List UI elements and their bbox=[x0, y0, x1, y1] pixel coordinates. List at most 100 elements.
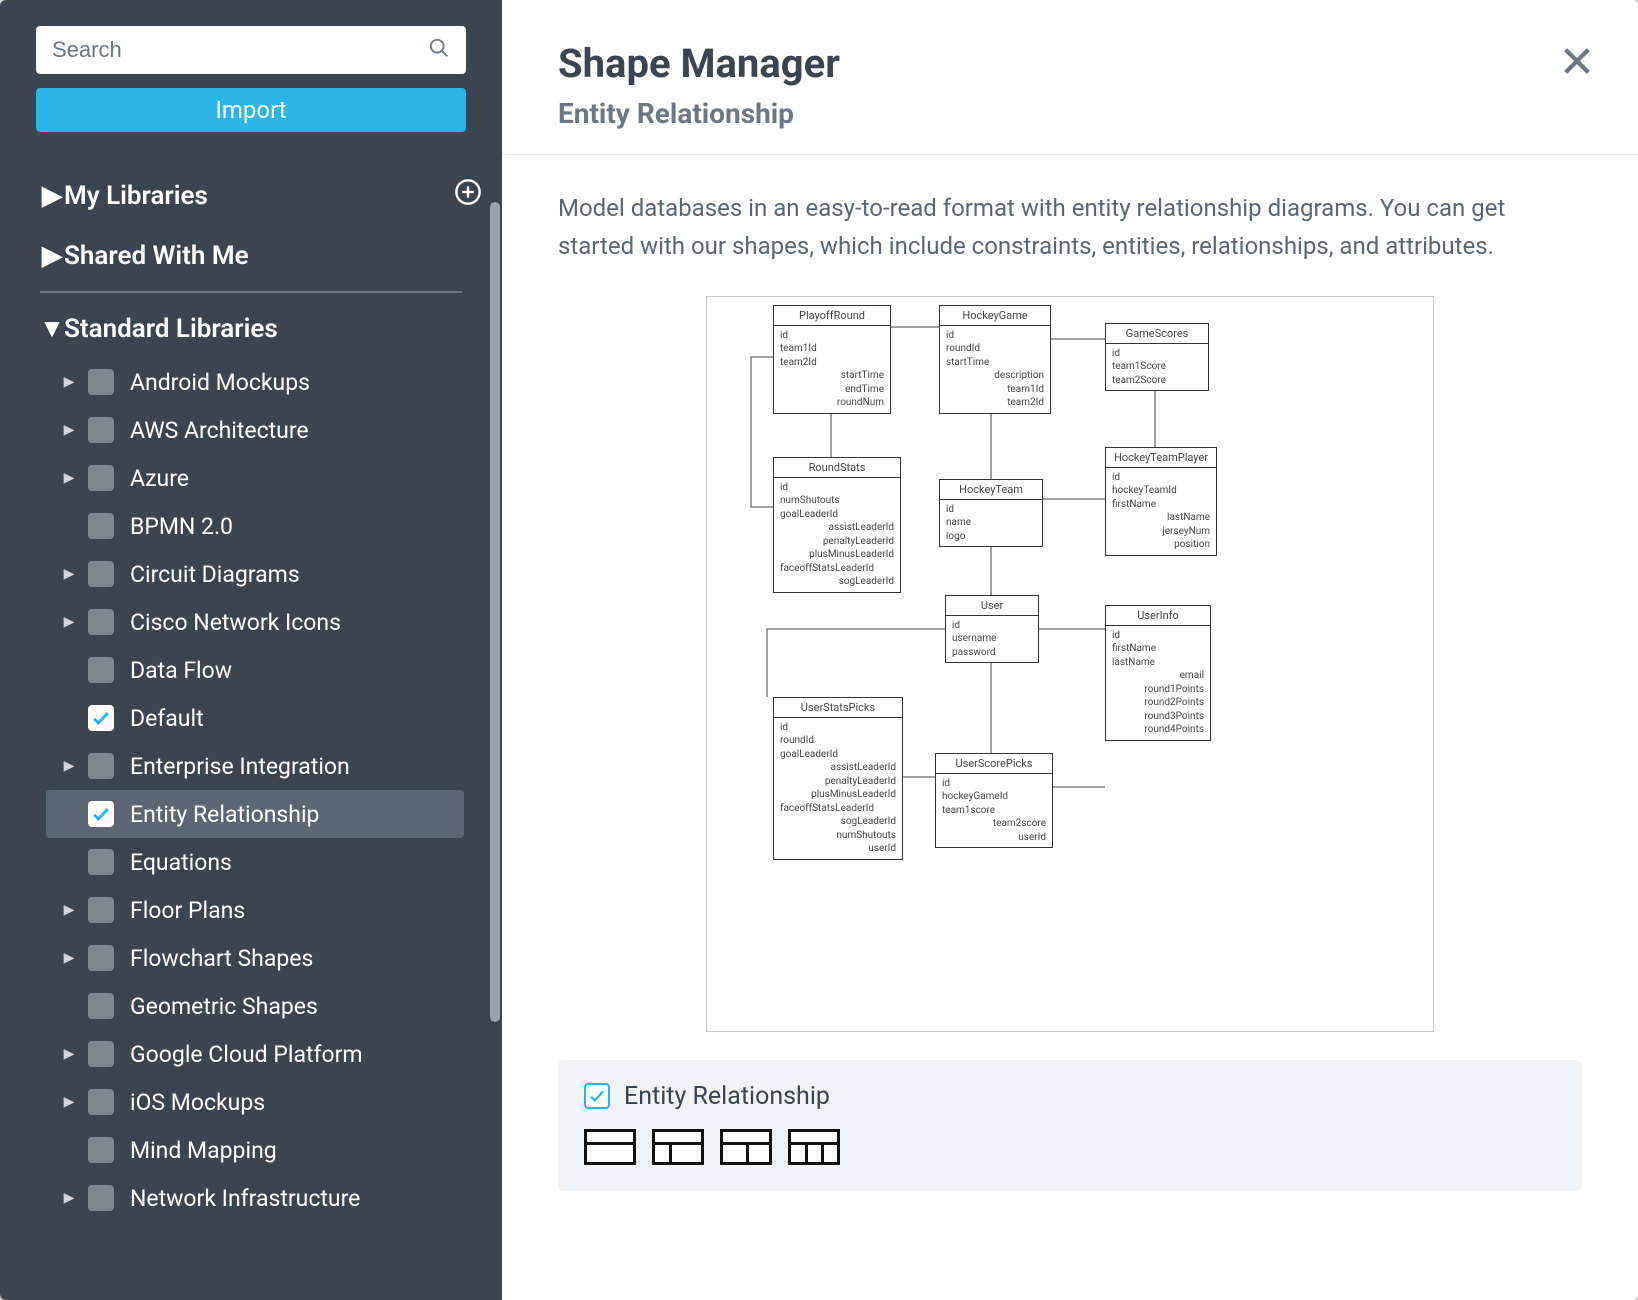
library-checkbox[interactable] bbox=[88, 465, 114, 491]
group-shared-with-me[interactable]: ▶ Shared With Me bbox=[40, 227, 492, 285]
library-label: iOS Mockups bbox=[130, 1089, 265, 1116]
caret-right-icon: ▶ bbox=[58, 422, 80, 438]
library-item[interactable]: BPMN 2.0 bbox=[46, 502, 464, 550]
group-standard-libraries[interactable]: ▼ Standard Libraries bbox=[40, 299, 492, 358]
library-label: Geometric Shapes bbox=[130, 993, 318, 1020]
caret-right-icon: ▶ bbox=[58, 614, 80, 630]
library-label: Google Cloud Platform bbox=[130, 1041, 363, 1068]
shape-thumbnails bbox=[584, 1129, 1556, 1165]
library-checkbox[interactable] bbox=[88, 897, 114, 923]
library-label: Entity Relationship bbox=[130, 801, 319, 828]
library-label: Equations bbox=[130, 849, 232, 876]
library-item[interactable]: ▶ Google Cloud Platform bbox=[46, 1030, 464, 1078]
shape-manager-dialog: Import ▶ My Libraries ▶ Shared With Me ▼… bbox=[0, 0, 1638, 1300]
library-checkbox[interactable] bbox=[88, 993, 114, 1019]
erd-preview: PlayoffRound idteam1Idteam2IdstartTimeen… bbox=[706, 296, 1434, 1032]
library-item[interactable]: ▶ Azure bbox=[46, 454, 464, 502]
caret-down-icon: ▼ bbox=[40, 313, 64, 344]
library-checkbox[interactable] bbox=[88, 705, 114, 731]
library-checkbox[interactable] bbox=[88, 1137, 114, 1163]
library-list: ▶Android Mockups▶AWS Architecture▶AzureB… bbox=[40, 358, 492, 1222]
entity-shape-2[interactable] bbox=[652, 1129, 704, 1165]
library-checkbox[interactable] bbox=[88, 369, 114, 395]
library-checkbox[interactable] bbox=[88, 1089, 114, 1115]
caret-right-icon: ▶ bbox=[58, 470, 80, 486]
caret-right-icon: ▶ bbox=[58, 1046, 80, 1062]
caret-right-icon: ▶ bbox=[58, 950, 80, 966]
library-item[interactable]: Entity Relationship bbox=[46, 790, 464, 838]
library-checkbox[interactable] bbox=[88, 753, 114, 779]
library-label: Flowchart Shapes bbox=[130, 945, 313, 972]
library-item[interactable]: ▶ iOS Mockups bbox=[46, 1078, 464, 1126]
scrollbar[interactable] bbox=[490, 202, 500, 1022]
import-button[interactable]: Import bbox=[36, 88, 466, 132]
separator bbox=[40, 291, 462, 293]
library-checkbox[interactable] bbox=[88, 1041, 114, 1067]
library-label: AWS Architecture bbox=[130, 417, 309, 444]
entity-shape-4[interactable] bbox=[788, 1129, 840, 1165]
library-label: Cisco Network Icons bbox=[130, 609, 341, 636]
library-checkbox[interactable] bbox=[88, 417, 114, 443]
library-label: Network Infrastructure bbox=[130, 1185, 360, 1212]
search-icon[interactable] bbox=[428, 37, 450, 63]
library-item[interactable]: ▶ Enterprise Integration bbox=[46, 742, 464, 790]
library-item[interactable]: Equations bbox=[46, 838, 464, 886]
library-label: Circuit Diagrams bbox=[130, 561, 300, 588]
library-checkbox[interactable] bbox=[88, 945, 114, 971]
library-item[interactable]: ▶ Network Infrastructure bbox=[46, 1174, 464, 1222]
group-my-libraries[interactable]: ▶ My Libraries bbox=[40, 164, 492, 227]
category-label: Entity Relationship bbox=[624, 1082, 830, 1111]
caret-right-icon: ▶ bbox=[58, 1094, 80, 1110]
library-tree: ▶ My Libraries ▶ Shared With Me ▼ Standa… bbox=[0, 150, 502, 1300]
sidebar-top: Import bbox=[0, 0, 502, 150]
library-item[interactable]: Mind Mapping bbox=[46, 1126, 464, 1174]
entity-shape-3[interactable] bbox=[720, 1129, 772, 1165]
library-item[interactable]: ▶ Cisco Network Icons bbox=[46, 598, 464, 646]
library-label: BPMN 2.0 bbox=[130, 513, 233, 540]
page-title: Shape Manager bbox=[558, 40, 1582, 87]
library-item[interactable]: ▶ Flowchart Shapes bbox=[46, 934, 464, 982]
library-checkbox[interactable] bbox=[88, 561, 114, 587]
group-label: Shared With Me bbox=[64, 241, 482, 271]
main-header: Shape Manager Entity Relationship bbox=[502, 0, 1638, 155]
library-checkbox[interactable] bbox=[88, 801, 114, 827]
entity-shape-1[interactable] bbox=[584, 1129, 636, 1165]
library-item[interactable]: Data Flow bbox=[46, 646, 464, 694]
library-item[interactable]: ▶Android Mockups bbox=[46, 358, 464, 406]
caret-right-icon: ▶ bbox=[58, 902, 80, 918]
library-checkbox[interactable] bbox=[88, 609, 114, 635]
library-item[interactable]: ▶ Circuit Diagrams bbox=[46, 550, 464, 598]
add-library-icon[interactable] bbox=[454, 178, 482, 213]
library-label: Data Flow bbox=[130, 657, 232, 684]
library-item[interactable]: ▶ AWS Architecture bbox=[46, 406, 464, 454]
library-label: Floor Plans bbox=[130, 897, 245, 924]
library-checkbox[interactable] bbox=[88, 513, 114, 539]
library-item[interactable]: Default bbox=[46, 694, 464, 742]
caret-right-icon: ▶ bbox=[58, 566, 80, 582]
library-label: Azure bbox=[130, 465, 189, 492]
description-text: Model databases in an easy-to-read forma… bbox=[558, 189, 1582, 266]
library-item[interactable]: ▶ Floor Plans bbox=[46, 886, 464, 934]
sidebar: Import ▶ My Libraries ▶ Shared With Me ▼… bbox=[0, 0, 502, 1300]
library-label: Enterprise Integration bbox=[130, 753, 350, 780]
caret-right-icon: ▶ bbox=[40, 241, 64, 271]
category-row: Entity Relationship bbox=[584, 1082, 1556, 1111]
library-checkbox[interactable] bbox=[88, 849, 114, 875]
main-body: Model databases in an easy-to-read forma… bbox=[502, 155, 1638, 1225]
library-item[interactable]: Geometric Shapes bbox=[46, 982, 464, 1030]
search-row bbox=[36, 26, 466, 74]
page-subtitle: Entity Relationship bbox=[558, 97, 1582, 130]
library-checkbox[interactable] bbox=[88, 657, 114, 683]
caret-right-icon: ▶ bbox=[58, 374, 80, 390]
library-label: Default bbox=[130, 705, 204, 732]
main-panel: Shape Manager Entity Relationship Model … bbox=[502, 0, 1638, 1300]
search-input[interactable] bbox=[52, 37, 428, 63]
close-button[interactable] bbox=[1560, 44, 1594, 82]
category-checkbox[interactable] bbox=[584, 1083, 610, 1109]
library-label: Mind Mapping bbox=[130, 1137, 277, 1164]
caret-right-icon: ▶ bbox=[58, 1190, 80, 1206]
group-label: Standard Libraries bbox=[64, 314, 482, 344]
library-checkbox[interactable] bbox=[88, 1185, 114, 1211]
category-box: Entity Relationship bbox=[558, 1060, 1582, 1191]
caret-right-icon: ▶ bbox=[58, 758, 80, 774]
